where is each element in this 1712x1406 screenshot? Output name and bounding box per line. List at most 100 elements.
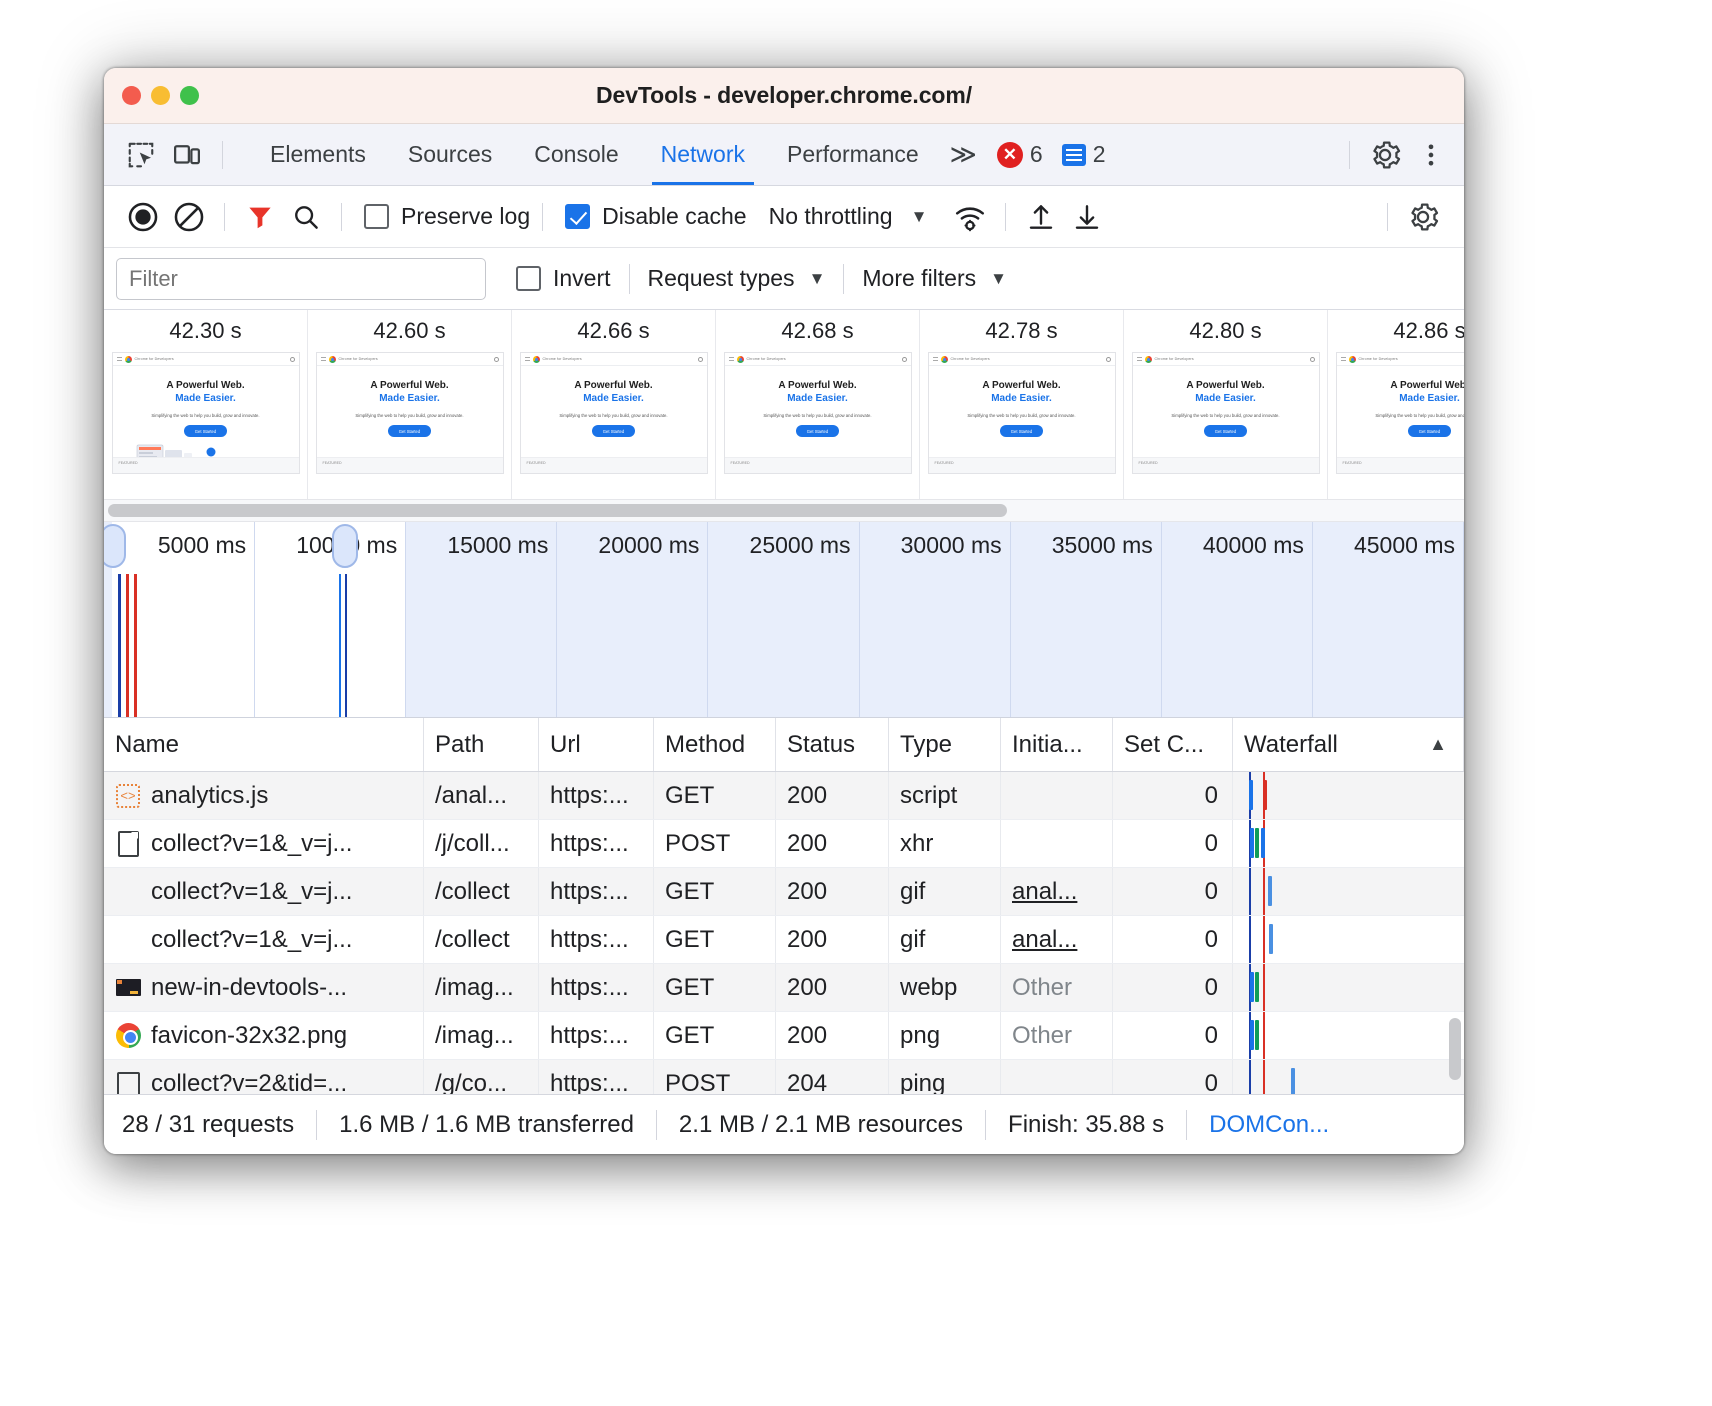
column-header-status[interactable]: Status <box>776 718 889 771</box>
filmstrip-frame[interactable]: 42.80 s Chrome for Developers A Powerful W… <box>1124 310 1328 499</box>
column-header-type[interactable]: Type <box>889 718 1001 771</box>
chevron-down-icon[interactable]: ▼ <box>911 207 928 227</box>
screenshot-headline-1: A Powerful Web. <box>1133 380 1319 391</box>
device-toolbar-icon[interactable] <box>164 132 210 178</box>
tab-network[interactable]: Network <box>640 124 766 185</box>
tab-console[interactable]: Console <box>513 124 639 185</box>
overview-ticks: 5000 ms10000 ms15000 ms20000 ms25000 ms3… <box>104 522 1464 717</box>
status-divider-4 <box>1186 1110 1187 1140</box>
filmstrip-frame[interactable]: 42.66 sChrome for DevelopersA Powerful W… <box>512 310 716 499</box>
filmstrip-screenshot[interactable]: Chrome for DevelopersA Powerful Web.Made… <box>928 352 1116 474</box>
filter-funnel-icon[interactable] <box>237 194 283 240</box>
tab-elements[interactable]: Elements <box>249 124 387 185</box>
screenshot-brand: Chrome for Developers <box>951 357 990 361</box>
search-input[interactable] <box>116 258 486 300</box>
disable-cache-checkbox[interactable]: Disable cache <box>565 203 746 230</box>
disable-cache-box[interactable] <box>565 204 590 229</box>
three-dot-menu-icon[interactable] <box>1408 132 1454 178</box>
table-row[interactable]: <>analytics.js/anal...https:...GET200scr… <box>104 772 1464 820</box>
error-count-icon[interactable]: ✕ <box>997 142 1023 168</box>
filmstrip-screenshot[interactable]: Chrome for DevelopersA Powerful Web.Made… <box>520 352 708 474</box>
cell-name[interactable]: <>analytics.js <box>104 772 424 819</box>
table-vertical-scrollbar[interactable] <box>1449 1018 1461 1080</box>
gear-icon[interactable] <box>1362 132 1408 178</box>
cell-name[interactable]: collect?v=1&_v=j... <box>104 820 424 867</box>
screenshot-navbar: Chrome for Developers <box>1337 353 1465 366</box>
cell-initiator <box>1001 1060 1113 1094</box>
filmstrip-screenshot[interactable]: Chrome for DevelopersA Powerful Web.Made… <box>1132 352 1320 474</box>
cell-name[interactable]: collect?v=1&_v=j... <box>104 916 424 963</box>
filmstrip-frame[interactable]: 42.60 s Chrome for DevelopersA Powerful W… <box>308 310 512 499</box>
overview-left-handle[interactable] <box>104 524 126 568</box>
column-header-path[interactable]: Path <box>424 718 539 771</box>
cell-name[interactable]: collect?v=1&_v=j... <box>104 868 424 915</box>
column-header-initia[interactable]: Initia... <box>1001 718 1113 771</box>
overview-right-handle[interactable] <box>332 524 358 568</box>
table-row[interactable]: collect?v=1&_v=j.../collecthttps:...GET2… <box>104 868 1464 916</box>
cell-initiator[interactable]: anal... <box>1001 916 1113 963</box>
filmstrip-screenshot[interactable]: Chrome for DevelopersA Powerful Web.Made… <box>112 352 300 474</box>
more-filters-dropdown[interactable]: More filters ▼ <box>862 265 1007 292</box>
import-har-icon[interactable] <box>1018 194 1064 240</box>
invert-checkbox[interactable]: Invert <box>516 265 611 292</box>
column-header-name[interactable]: Name <box>104 718 424 771</box>
table-row[interactable]: collect?v=1&_v=j.../j/coll...https:...PO… <box>104 820 1464 868</box>
filmstrip-screenshot[interactable]: Chrome for DevelopersA Powerful Web.Made… <box>316 352 504 474</box>
search-icon[interactable] <box>283 194 329 240</box>
throttling-select-value[interactable]: No throttling <box>769 203 893 230</box>
cell-path: /imag... <box>424 1012 539 1059</box>
filmstrip[interactable]: 42.30 sChrome for DevelopersA Powerful W… <box>104 310 1464 500</box>
preserve-log-box[interactable] <box>364 204 389 229</box>
table-row[interactable]: collect?v=1&_v=j.../collecthttps:...GET2… <box>104 916 1464 964</box>
network-overview-timeline[interactable]: 5000 ms10000 ms15000 ms20000 ms25000 ms3… <box>104 522 1464 718</box>
tab-label: Network <box>661 141 745 168</box>
column-header-url[interactable]: Url <box>539 718 654 771</box>
table-body[interactable]: <>analytics.js/anal...https:...GET200scr… <box>104 772 1464 1094</box>
cell-name[interactable]: collect?v=2&tid=... <box>104 1060 424 1094</box>
cell-name[interactable]: new-in-devtools-... <box>104 964 424 1011</box>
column-header-method[interactable]: Method <box>654 718 776 771</box>
record-button-icon[interactable] <box>120 194 166 240</box>
overview-marker <box>345 574 347 717</box>
column-header-label: Url <box>550 731 581 759</box>
table-row[interactable]: collect?v=2&tid=.../g/co...https:...POST… <box>104 1060 1464 1094</box>
scrollbar-thumb[interactable] <box>108 504 1007 517</box>
cell-path: /j/coll... <box>424 820 539 867</box>
cell-name[interactable]: favicon-32x32.png <box>104 1012 424 1059</box>
waterfall-bar <box>1263 780 1267 810</box>
filmstrip-horizontal-scrollbar[interactable] <box>104 500 1464 522</box>
wifi-settings-icon[interactable] <box>947 194 993 240</box>
filmstrip-screenshot[interactable]: Chrome for DevelopersA Powerful Web.Made… <box>724 352 912 474</box>
cell-type: webp <box>889 964 1001 1011</box>
filmstrip-frame[interactable]: 42.68 sChrome for DevelopersA Powerful W… <box>716 310 920 499</box>
table-row[interactable]: favicon-32x32.png/imag...https:...GET200… <box>104 1012 1464 1060</box>
export-har-icon[interactable] <box>1064 194 1110 240</box>
network-settings-gear-icon[interactable] <box>1400 194 1446 240</box>
filmstrip-frame[interactable]: 42.30 sChrome for DevelopersA Powerful W… <box>104 310 308 499</box>
preserve-log-checkbox[interactable]: Preserve log <box>364 203 530 230</box>
cell-initiator[interactable]: anal... <box>1001 868 1113 915</box>
filmstrip-frame-time: 42.80 s <box>1189 318 1261 344</box>
filmstrip-frame-time: 42.60 s <box>373 318 445 344</box>
message-count-icon[interactable] <box>1062 144 1086 166</box>
overview-tick-label: 20000 ms <box>598 532 699 559</box>
panel-tabs: Elements Sources Console Network Perform… <box>249 124 940 185</box>
inspect-element-icon[interactable] <box>118 132 164 178</box>
waterfall-bar <box>1255 1020 1259 1050</box>
tab-performance[interactable]: Performance <box>766 124 940 185</box>
filmstrip-screenshot[interactable]: Chrome for DevelopersA Powerful Web.Made… <box>1336 352 1465 474</box>
filmstrip-frame[interactable]: 42.78 sChrome for DevelopersA Powerful W… <box>920 310 1124 499</box>
table-row[interactable]: new-in-devtools-.../imag...https:...GET2… <box>104 964 1464 1012</box>
screenshot-cta-button: Get Started <box>796 425 839 437</box>
column-header-waterfall[interactable]: Waterfall▲ <box>1233 718 1464 771</box>
screenshot-navbar: Chrome for Developers <box>521 353 707 366</box>
column-header-setc[interactable]: Set C... <box>1113 718 1233 771</box>
request-types-dropdown[interactable]: Request types ▼ <box>648 265 826 292</box>
filmstrip-frame[interactable]: 42.86 sChrome for DevelopersA Powerful W… <box>1328 310 1464 499</box>
clear-icon[interactable] <box>166 194 212 240</box>
invert-box[interactable] <box>516 266 541 291</box>
cell-method: POST <box>654 1060 776 1094</box>
screenshot-brand: Chrome for Developers <box>1155 357 1194 361</box>
tab-sources[interactable]: Sources <box>387 124 513 185</box>
more-tabs-icon[interactable]: ≫ <box>940 139 981 170</box>
